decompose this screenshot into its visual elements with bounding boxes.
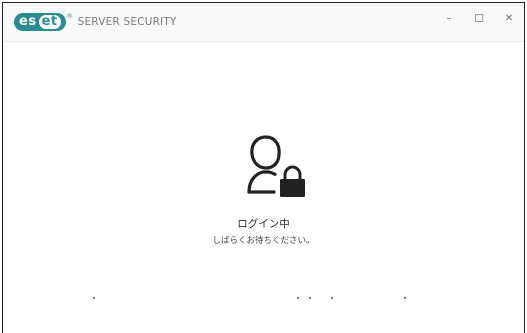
user-lock-icon [247,135,305,197]
registered-mark: ® [66,12,73,20]
product-name: SERVER SECURITY [77,16,177,28]
logo-text-es: es [19,14,37,29]
close-icon: ✕ [504,12,514,24]
eset-logo: es et ® SERVER SECURITY [14,13,177,31]
maximize-icon: ☐ [474,11,484,25]
maximize-button[interactable]: ☐ [464,3,494,33]
main-content: ログイン中 しばらくお待ちください。 [3,42,524,333]
progress-dot [404,297,406,299]
login-status-subtitle: しばらくお待ちください。 [212,236,315,246]
app-window: es et ® SERVER SECURITY – ☐ ✕ ログイン中 しばらく… [2,2,525,333]
progress-dot [93,297,95,299]
eset-logo-badge: es et [14,13,66,31]
progress-dot [331,297,333,299]
title-bar[interactable]: es et ® SERVER SECURITY – ☐ ✕ [3,3,524,42]
login-status-title: ログイン中 [237,218,290,230]
minimize-icon: – [446,12,452,24]
window-controls: – ☐ ✕ [434,3,524,33]
progress-dot [297,297,299,299]
minimize-button[interactable]: – [434,3,464,33]
close-button[interactable]: ✕ [494,3,524,33]
logo-text-et: et [38,15,61,29]
progress-dot [309,297,311,299]
